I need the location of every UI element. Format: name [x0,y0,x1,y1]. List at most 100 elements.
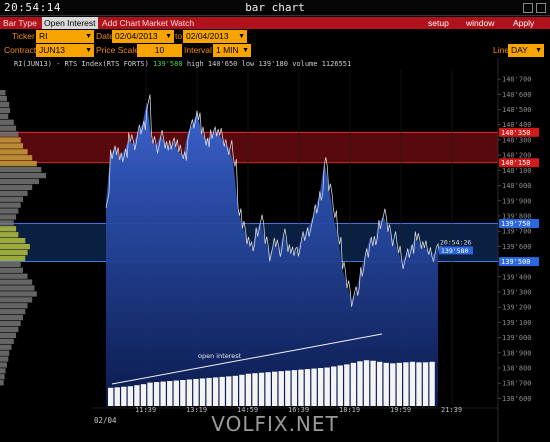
volume-profile-bar [0,178,40,185]
volume-profile-bar [0,125,17,131]
open-interest-bar [344,364,350,406]
chevron-down-icon: ▼ [242,47,249,54]
line-select[interactable]: DAY ▼ [508,44,544,57]
price-tick-label: 138'600 [502,395,532,403]
window-controls [523,3,546,13]
menu-market-watch[interactable]: Market Watch [142,17,194,29]
line-label: Line [493,45,510,55]
watermark: VOLFIX.NET [211,412,339,436]
date-to-value: 02/04/2013 [186,31,229,41]
open-interest-bar [429,361,435,406]
volume-profile-bar [0,166,42,173]
volume-profile-bar [0,255,26,262]
open-interest-bar [370,360,376,406]
volume-profile-bar [0,161,37,167]
open-interest-bar [199,378,206,406]
price-tick-label: 139'200 [502,304,532,312]
price-tick-label: 139'600 [502,243,532,251]
open-interest-bar [160,381,166,406]
volume-profile-bar [0,220,14,226]
volume-profile-bar [0,90,6,96]
open-interest-bar [390,363,396,406]
open-interest-bar [180,380,186,406]
menu-bar-type[interactable]: Bar Type [3,17,37,29]
contract-value: JUN13 [39,45,65,55]
zone-price-label: 140'150 [501,159,531,167]
open-interest-bar [147,382,153,406]
volume-profile-bar [0,107,11,114]
volume-profile-bar [0,320,21,327]
volume-profile-bar [0,202,21,208]
date-to-field[interactable]: 02/04/2013 ▼ [183,30,247,43]
volume-profile-bar [0,232,19,238]
price-tick-label: 140'600 [502,91,532,99]
volume-profile-bar [0,326,19,333]
zone-price-label: 140'350 [501,129,531,137]
menu-window[interactable]: window [466,17,494,29]
menu-open-interest[interactable]: Open Interest [42,17,98,29]
volume-profile-bar [0,208,19,214]
open-interest-bar [114,387,120,406]
to-label: to [175,31,183,41]
price-tick-label: 139'400 [502,273,532,281]
volume-profile-bar [0,137,21,143]
menu-setup[interactable]: setup [428,17,449,29]
open-interest-bar [304,369,311,406]
volume-profile-bar [0,243,30,250]
volume-profile-bar [0,273,28,279]
volume-profile-bar [0,196,23,202]
instrument-name: RI(JUN13) - RTS Index(RTS FORTS) [14,60,149,68]
volume-profile-bar [0,131,19,137]
volume-profile-bar [0,190,28,196]
open-interest-bar [357,361,363,406]
open-interest-bar [186,379,193,406]
contract-label: Contract [4,45,37,55]
last-price-value: 139'580 [441,247,468,255]
open-interest-bar [337,365,343,406]
open-interest-bar [127,386,134,406]
high-value: high 140'650 [186,60,238,68]
open-interest-bar [363,360,370,406]
open-interest-bar [134,385,140,406]
zone-price-label: 139'750 [501,220,531,228]
title-bar: 20:54:14 bar chart [0,0,550,16]
volume-profile-bar [0,309,26,315]
volume-value: volume 1126551 [292,60,352,68]
ticker-select[interactable]: RI ▼ [36,30,94,43]
open-interest-bar [396,362,402,406]
zone-price-label: 139'500 [501,258,531,266]
price-scale-label: Price Scale [96,45,139,55]
date-from-field[interactable]: 02/04/2013 ▼ [112,30,174,43]
volume-profile-bar [0,314,23,321]
open-interest-bar [212,377,219,406]
volume-profile-bar [0,143,23,149]
open-interest-bar [278,371,284,406]
last-price-time: 20:54:26 [440,238,471,246]
chart-area[interactable]: open interest 140'700 140'600 140'500 140'4… [0,58,550,442]
low-value: low 139'180 [241,60,288,68]
volume-profile-bar [0,356,9,362]
open-interest-bar [140,384,147,406]
chart-header: RI(JUN13) - RTS Index(RTS FORTS) 139'580… [14,60,351,68]
minimize-icon[interactable] [523,3,533,13]
price-tick-label: 139'000 [502,334,532,342]
open-interest-bar [409,361,416,406]
price-tick-label: 138'900 [502,349,532,357]
volume-profile-bar [0,332,17,339]
volume-profile-bar [0,149,28,155]
open-interest-bar [232,375,238,406]
chevron-down-icon: ▼ [238,33,245,40]
menu-bar: Bar Type Open Interest Add Chart Market … [0,17,550,29]
price-chart[interactable]: open interest 140'700140'600140'500140'4… [0,58,550,442]
chevron-down-icon: ▼ [165,33,172,40]
open-interest-bar [317,368,324,406]
menu-add-chart[interactable]: Add Chart [102,17,140,29]
interval-select[interactable]: 1 MIN ▼ [213,44,251,57]
apply-button[interactable]: Apply [513,17,534,29]
price-scale-input[interactable]: 10 [137,44,182,57]
maximize-icon[interactable] [536,3,546,13]
volume-profile-bar [0,155,33,161]
contract-select[interactable]: JUN13 ▼ [36,44,94,57]
volume-profile-bar [0,172,46,179]
open-interest-bar [324,367,330,406]
